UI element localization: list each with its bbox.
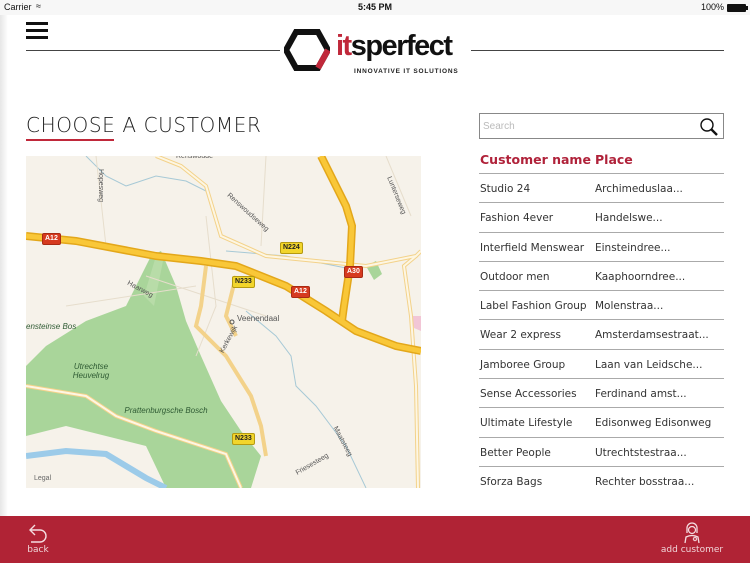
customer-name: Wear 2 express bbox=[480, 329, 561, 342]
customer-name: Label Fashion Group bbox=[480, 300, 587, 313]
search-input[interactable] bbox=[483, 118, 693, 134]
customer-name: Jamboree Group bbox=[480, 358, 566, 371]
column-header-place[interactable]: Place bbox=[595, 152, 633, 167]
add-customer-label: add customer bbox=[660, 545, 724, 555]
road-shield-a12-west: A12 bbox=[42, 233, 61, 245]
customer-place: Amsterdamsestraat... bbox=[595, 329, 709, 342]
map-canvas bbox=[26, 156, 421, 488]
road-shield-n233-south: N233 bbox=[232, 433, 255, 445]
customer-row[interactable]: Studio 24 Archimeduslaa... bbox=[479, 173, 724, 202]
map-legal-link[interactable]: Legal bbox=[34, 475, 51, 482]
customer-name: Ultimate Lifestyle bbox=[480, 417, 573, 430]
customer-row[interactable]: Sense Accessories Ferdinand amst... bbox=[479, 378, 724, 407]
customer-place: Einsteindree... bbox=[595, 241, 671, 254]
add-customer-button[interactable]: add customer bbox=[652, 522, 732, 555]
battery-percent: 100% bbox=[700, 2, 724, 12]
river bbox=[26, 447, 168, 488]
customer-row[interactable]: Label Fashion Group Molenstraa... bbox=[479, 290, 724, 319]
header-divider-right bbox=[471, 50, 724, 51]
edge-shadow bbox=[0, 14, 8, 516]
battery-icon bbox=[727, 4, 748, 12]
back-arrow-icon bbox=[29, 524, 47, 543]
customer-row[interactable]: Interfield Menswear Einsteindree... bbox=[479, 231, 724, 261]
page: Carrier ≈ 5:45 PM 100% itsperfect INNOVA… bbox=[0, 0, 750, 563]
customer-name: Outdoor men bbox=[480, 270, 550, 283]
header-divider-left bbox=[26, 50, 280, 51]
road-shield-n233-north: N233 bbox=[232, 276, 255, 288]
logo-wordmark: itsperfect bbox=[336, 30, 453, 63]
customer-name: Better People bbox=[480, 446, 551, 459]
map-label-veenendaal: Veenendaal bbox=[237, 314, 280, 323]
customer-place: Handelswe... bbox=[595, 212, 663, 225]
hexagon-logo-icon bbox=[284, 29, 330, 71]
customer-place: Utrechtstestraa... bbox=[595, 446, 687, 459]
customer-row[interactable]: Outdoor men Kaaphoorndree... bbox=[479, 260, 724, 290]
customer-name: Studio 24 bbox=[480, 183, 531, 195]
customer-name: Fashion 4ever bbox=[480, 212, 554, 225]
customer-row[interactable]: Fashion 4ever Handelswe... bbox=[479, 202, 724, 231]
customer-row[interactable]: Ultimate Lifestyle Edisonweg Edisonweg bbox=[479, 407, 724, 436]
clock: 5:45 PM bbox=[357, 2, 392, 12]
customer-place: Archimeduslaa... bbox=[595, 183, 683, 195]
map-label-hopesweg: Hopesweg bbox=[97, 168, 105, 203]
stream bbox=[85, 156, 217, 217]
customer-place: Rechter bosstraa... bbox=[595, 475, 695, 488]
map-label-renswoude: Renswoude bbox=[176, 156, 213, 160]
customer-list: Studio 24 Archimeduslaa... Fashion 4ever H… bbox=[479, 173, 724, 495]
road-shield-a30: A30 bbox=[344, 266, 363, 278]
road-shield-a12-east: A12 bbox=[291, 286, 310, 298]
map-label-prattenburgsche-bosch: Prattenburgsche Bosch bbox=[124, 406, 208, 415]
status-bar: Carrier ≈ 5:45 PM 100% bbox=[0, 0, 750, 15]
company-logo: itsperfect INNOVATIVE IT SOLUTIONS bbox=[284, 28, 469, 80]
road-shield-n224: N224 bbox=[280, 242, 303, 254]
customer-row[interactable]: Wear 2 express Amsterdamsestraat... bbox=[479, 319, 724, 348]
map-view[interactable]: Renswoude Hopesweg Renswoudseweg Lunters… bbox=[26, 156, 421, 488]
map-label-bos: ensteinse Bos bbox=[26, 322, 77, 331]
customer-place: Laan van Leidsche... bbox=[595, 358, 703, 371]
logo-tagline: INNOVATIVE IT SOLUTIONS bbox=[354, 68, 459, 75]
title-underline bbox=[26, 139, 114, 141]
map-label-utrechtse-heuvelrug: Utrechtse Heuvelrug bbox=[72, 362, 110, 380]
stream-2 bbox=[245, 310, 367, 488]
logo-name: sperfect bbox=[350, 30, 453, 62]
bottom-toolbar: back add customer bbox=[0, 516, 750, 563]
hamburger-menu-icon[interactable] bbox=[26, 22, 48, 40]
customer-row[interactable]: Sforza Bags Rechter bosstraa... bbox=[479, 465, 724, 495]
back-button[interactable]: back bbox=[24, 522, 52, 555]
customer-name: Interfield Menswear bbox=[480, 241, 585, 254]
column-header-customer-name[interactable]: Customer name bbox=[480, 152, 591, 167]
customer-name: Sforza Bags bbox=[480, 475, 543, 488]
page-title: CHOOSE A CUSTOMER bbox=[26, 113, 262, 137]
customer-row[interactable]: Better People Utrechtstestraa... bbox=[479, 436, 724, 466]
magnifier-icon[interactable] bbox=[699, 117, 719, 137]
add-user-icon bbox=[684, 522, 700, 544]
customer-place: Edisonweg Edisonweg bbox=[595, 417, 712, 430]
customer-row[interactable]: Jamboree Group Laan van Leidsche... bbox=[479, 348, 724, 378]
customer-name: Sense Accessories bbox=[480, 388, 577, 401]
customer-place: Kaaphoorndree... bbox=[595, 270, 686, 283]
customer-place: Ferdinand amst... bbox=[595, 388, 687, 401]
logo-prefix: it bbox=[336, 30, 352, 62]
search-box bbox=[479, 113, 724, 139]
back-label: back bbox=[27, 545, 49, 555]
customer-place: Molenstraa... bbox=[595, 300, 664, 313]
